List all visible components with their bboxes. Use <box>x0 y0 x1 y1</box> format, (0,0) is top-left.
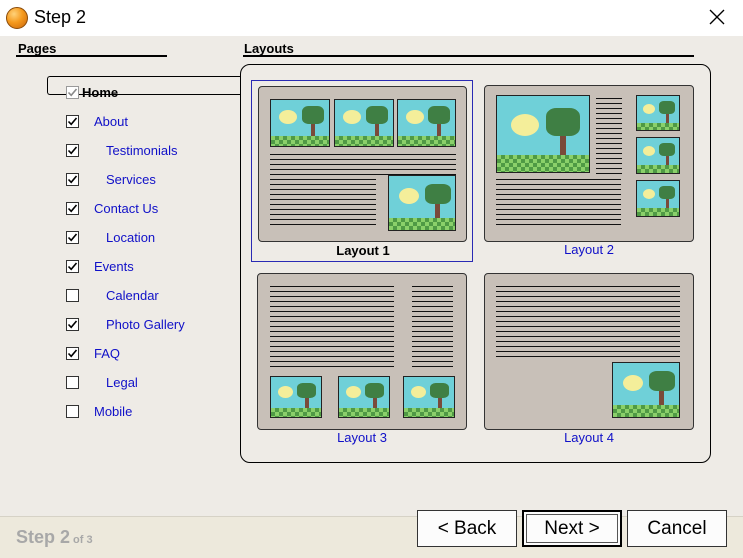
checkmark-icon <box>67 174 78 183</box>
cancel-button[interactable]: Cancel <box>627 510 727 547</box>
page-checkbox[interactable] <box>66 172 79 186</box>
pages-heading: Pages <box>18 41 57 56</box>
layout-option-4[interactable]: Layout 4 <box>484 273 694 453</box>
step-indicator: Step 2 of 3 <box>16 527 93 548</box>
step-label: Step 2 <box>16 527 71 547</box>
page-item-contact-us[interactable]: Contact Us <box>66 198 236 218</box>
image-placeholder-icon <box>636 180 680 217</box>
page-item-home[interactable]: Home <box>66 82 236 102</box>
page-item-legal[interactable]: Legal <box>66 372 236 392</box>
layout-4-label: Layout 4 <box>564 430 614 445</box>
image-placeholder-icon <box>403 376 455 418</box>
checkmark-icon <box>67 261 78 270</box>
page-item-testimonials[interactable]: Testimonials <box>66 140 236 160</box>
page-checkbox[interactable] <box>66 346 79 360</box>
text-lines <box>270 286 394 370</box>
page-label: Legal <box>106 374 138 390</box>
page-item-photo-gallery[interactable]: Photo Gallery <box>66 314 236 334</box>
page-item-services[interactable]: Services <box>66 169 236 189</box>
checkmark-icon <box>67 87 78 96</box>
page-label: Mobile <box>94 403 133 419</box>
page-label: Photo Gallery <box>106 316 185 332</box>
layout-option-1[interactable]: Layout 1 <box>251 80 473 262</box>
page-label: Services <box>106 171 156 187</box>
text-lines <box>270 179 376 227</box>
app-orb-icon <box>6 7 28 29</box>
page-checkbox[interactable] <box>66 143 79 157</box>
layout-3-label: Layout 3 <box>337 430 387 445</box>
back-button[interactable]: < Back <box>417 510 517 547</box>
page-label: Calendar <box>106 287 159 303</box>
image-placeholder-icon <box>334 99 394 147</box>
layout-1-thumbnail <box>258 86 467 242</box>
page-label: About <box>94 113 128 129</box>
checkmark-icon <box>67 319 78 328</box>
text-lines <box>270 154 456 176</box>
title-bar: Step 2 <box>0 0 743 36</box>
image-placeholder-icon <box>270 376 322 418</box>
step-of-label: of 3 <box>73 534 93 546</box>
window-title: Step 2 <box>34 7 87 27</box>
image-placeholder-icon <box>338 376 390 418</box>
text-lines <box>496 286 680 358</box>
layouts-panel: Layout 1 Layout 2 Layout 3 Layout 4 <box>240 64 711 463</box>
text-lines <box>412 286 453 370</box>
layout-4-thumbnail <box>484 273 694 430</box>
image-placeholder-icon <box>636 137 680 174</box>
page-checkbox[interactable] <box>66 375 79 389</box>
checkmark-icon <box>67 348 78 357</box>
image-placeholder-icon <box>612 362 680 418</box>
close-button[interactable] <box>700 2 734 32</box>
next-button[interactable]: Next > <box>522 510 622 547</box>
page-checkbox[interactable] <box>66 288 79 302</box>
page-label: Location <box>106 229 156 245</box>
page-label: Testimonials <box>106 142 178 158</box>
page-item-location[interactable]: Location <box>66 227 236 247</box>
page-item-faq[interactable]: FAQ <box>66 343 236 363</box>
layout-1-label: Layout 1 <box>336 243 390 258</box>
text-lines <box>496 179 621 225</box>
page-checkbox[interactable] <box>66 201 79 215</box>
page-item-mobile[interactable]: Mobile <box>66 401 236 421</box>
page-label: FAQ <box>94 345 121 361</box>
wizard-content: Pages Layouts Home About Testimonials Servi… <box>0 36 743 516</box>
text-lines <box>596 98 622 174</box>
image-placeholder-icon <box>636 95 680 131</box>
image-placeholder-icon <box>270 99 330 147</box>
layout-option-3[interactable]: Layout 3 <box>257 273 467 453</box>
layouts-heading: Layouts <box>244 41 294 56</box>
layouts-heading-rule <box>243 55 694 57</box>
checkmark-icon <box>67 232 78 241</box>
page-checkbox <box>66 85 79 99</box>
checkmark-icon <box>67 145 78 154</box>
close-icon <box>709 9 725 25</box>
page-label: Contact Us <box>94 200 159 216</box>
page-label: Events <box>94 258 134 274</box>
pages-heading-rule <box>16 55 167 57</box>
page-checkbox[interactable] <box>66 230 79 244</box>
page-item-events[interactable]: Events <box>66 256 236 276</box>
layout-3-thumbnail <box>257 273 467 430</box>
page-item-calendar[interactable]: Calendar <box>66 285 236 305</box>
image-placeholder-icon <box>496 95 590 173</box>
layout-2-thumbnail <box>484 85 694 242</box>
layout-2-label: Layout 2 <box>564 242 614 257</box>
page-checkbox[interactable] <box>66 114 79 128</box>
image-placeholder-icon <box>388 175 456 231</box>
page-label: Home <box>82 84 119 100</box>
checkmark-icon <box>67 203 78 212</box>
page-checkbox[interactable] <box>66 259 79 273</box>
layout-option-2[interactable]: Layout 2 <box>484 85 694 265</box>
page-item-about[interactable]: About <box>66 111 236 131</box>
page-checkbox[interactable] <box>66 404 79 418</box>
image-placeholder-icon <box>397 99 456 147</box>
page-checkbox[interactable] <box>66 317 79 331</box>
checkmark-icon <box>67 116 78 125</box>
